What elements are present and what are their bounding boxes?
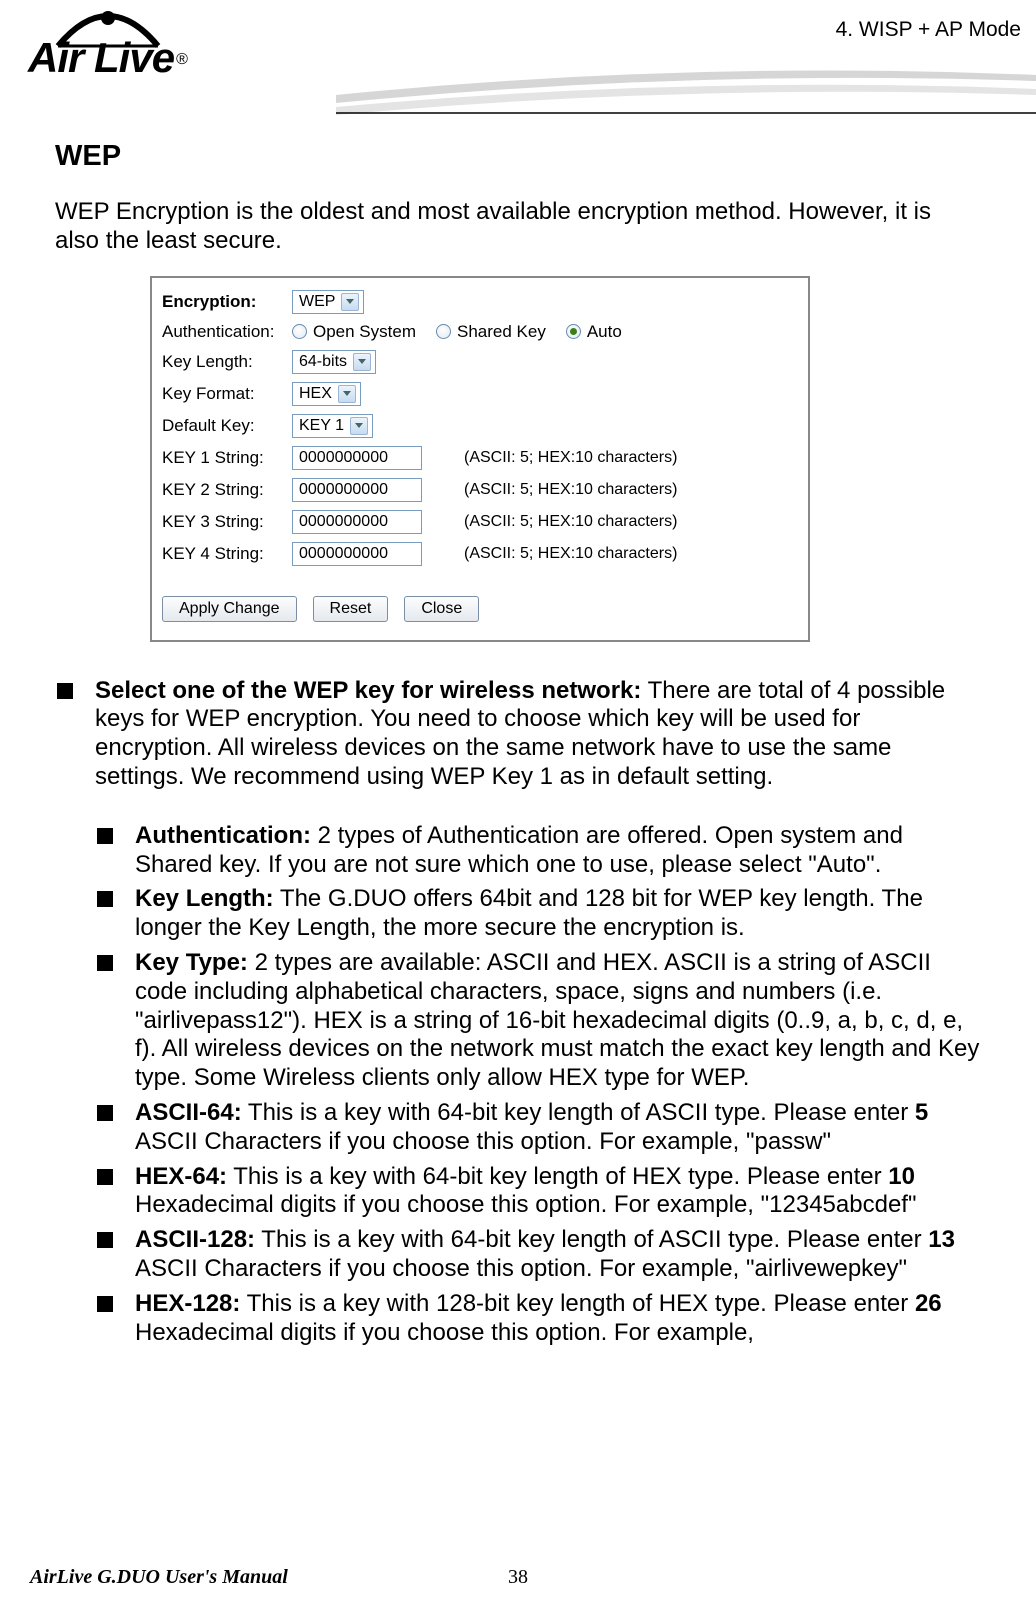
- brand-logo: Air Live®: [28, 10, 308, 58]
- square-bullet-icon: [97, 1232, 113, 1248]
- encryption-label: Encryption:: [162, 292, 292, 312]
- key4-hint: (ASCII: 5; HEX:10 characters): [464, 545, 677, 563]
- key4-input[interactable]: [292, 542, 422, 566]
- list-item: Key Type: 2 types are available: ASCII a…: [97, 949, 981, 1093]
- section-title: WEP: [55, 140, 981, 173]
- list-item: ASCII-128: This is a key with 64-bit key…: [97, 1226, 981, 1284]
- defkey-label: Default Key:: [162, 416, 292, 436]
- square-bullet-icon: [57, 683, 73, 699]
- auth-radio-auto[interactable]: Auto: [566, 322, 622, 342]
- key1-hint: (ASCII: 5; HEX:10 characters): [464, 449, 677, 467]
- auth-label: Authentication:: [162, 322, 292, 342]
- list-item: Select one of the WEP key for wireless n…: [57, 677, 981, 792]
- square-bullet-icon: [97, 891, 113, 907]
- list-item: ASCII-64: This is a key with 64-bit key …: [97, 1099, 981, 1157]
- key3-hint: (ASCII: 5; HEX:10 characters): [464, 513, 677, 531]
- key1-label: KEY 1 String:: [162, 448, 292, 468]
- square-bullet-icon: [97, 1169, 113, 1185]
- apply-button[interactable]: Apply Change: [162, 596, 297, 622]
- intro-paragraph: WEP Encryption is the oldest and most av…: [55, 198, 981, 256]
- square-bullet-icon: [97, 955, 113, 971]
- radio-icon: [436, 324, 451, 339]
- key4-label: KEY 4 String:: [162, 544, 292, 564]
- keyfmt-label: Key Format:: [162, 384, 292, 404]
- footer-page-number: 38: [508, 1566, 528, 1589]
- list-item: Authentication: 2 types of Authenticatio…: [97, 822, 981, 880]
- page-footer: AirLive G.DUO User's Manual 38: [0, 1566, 1036, 1589]
- keyfmt-value: HEX: [299, 385, 332, 403]
- key1-input[interactable]: [292, 446, 422, 470]
- key3-label: KEY 3 String:: [162, 512, 292, 532]
- list-item: HEX-128: This is a key with 128-bit key …: [97, 1290, 981, 1348]
- square-bullet-icon: [97, 1105, 113, 1121]
- breadcrumb: 4. WISP + AP Mode: [836, 18, 1021, 42]
- chevron-down-icon: [341, 293, 359, 311]
- reset-button[interactable]: Reset: [313, 596, 389, 622]
- keylen-value: 64-bits: [299, 353, 347, 371]
- encryption-value: WEP: [299, 293, 335, 311]
- list-item: Key Length: The G.DUO offers 64bit and 1…: [97, 885, 981, 943]
- list-item: HEX-64: This is a key with 64-bit key le…: [97, 1163, 981, 1221]
- footer-manual-title: AirLive G.DUO User's Manual: [30, 1566, 288, 1589]
- header-swoosh: [336, 65, 1036, 115]
- content-area: WEP WEP Encryption is the oldest and mos…: [0, 115, 1036, 1347]
- key2-input[interactable]: [292, 478, 422, 502]
- wep-config-panel: Encryption: WEP Authentication: Open Sys…: [150, 276, 810, 642]
- defkey-value: KEY 1: [299, 417, 344, 435]
- nested-bullet-list: Authentication: 2 types of Authenticatio…: [57, 822, 981, 1348]
- key3-input[interactable]: [292, 510, 422, 534]
- bullet-list: Select one of the WEP key for wireless n…: [55, 677, 981, 1348]
- square-bullet-icon: [97, 1296, 113, 1312]
- registered-icon: ®: [176, 51, 188, 68]
- square-bullet-icon: [97, 828, 113, 844]
- chevron-down-icon: [338, 385, 356, 403]
- key2-hint: (ASCII: 5; HEX:10 characters): [464, 481, 677, 499]
- auth-radio-shared[interactable]: Shared Key: [436, 322, 546, 342]
- chevron-down-icon: [353, 353, 371, 371]
- keyfmt-select[interactable]: HEX: [292, 382, 361, 406]
- keylen-select[interactable]: 64-bits: [292, 350, 376, 374]
- radio-icon: [566, 324, 581, 339]
- brand-prefix: Air: [28, 34, 83, 81]
- encryption-select[interactable]: WEP: [292, 290, 364, 314]
- brand-suffix: Live: [94, 34, 174, 81]
- keylen-label: Key Length:: [162, 352, 292, 372]
- defkey-select[interactable]: KEY 1: [292, 414, 373, 438]
- radio-icon: [292, 324, 307, 339]
- close-button[interactable]: Close: [404, 596, 479, 622]
- page-header: Air Live® 4. WISP + AP Mode: [0, 0, 1036, 115]
- auth-radio-open[interactable]: Open System: [292, 322, 416, 342]
- chevron-down-icon: [350, 417, 368, 435]
- key2-label: KEY 2 String:: [162, 480, 292, 500]
